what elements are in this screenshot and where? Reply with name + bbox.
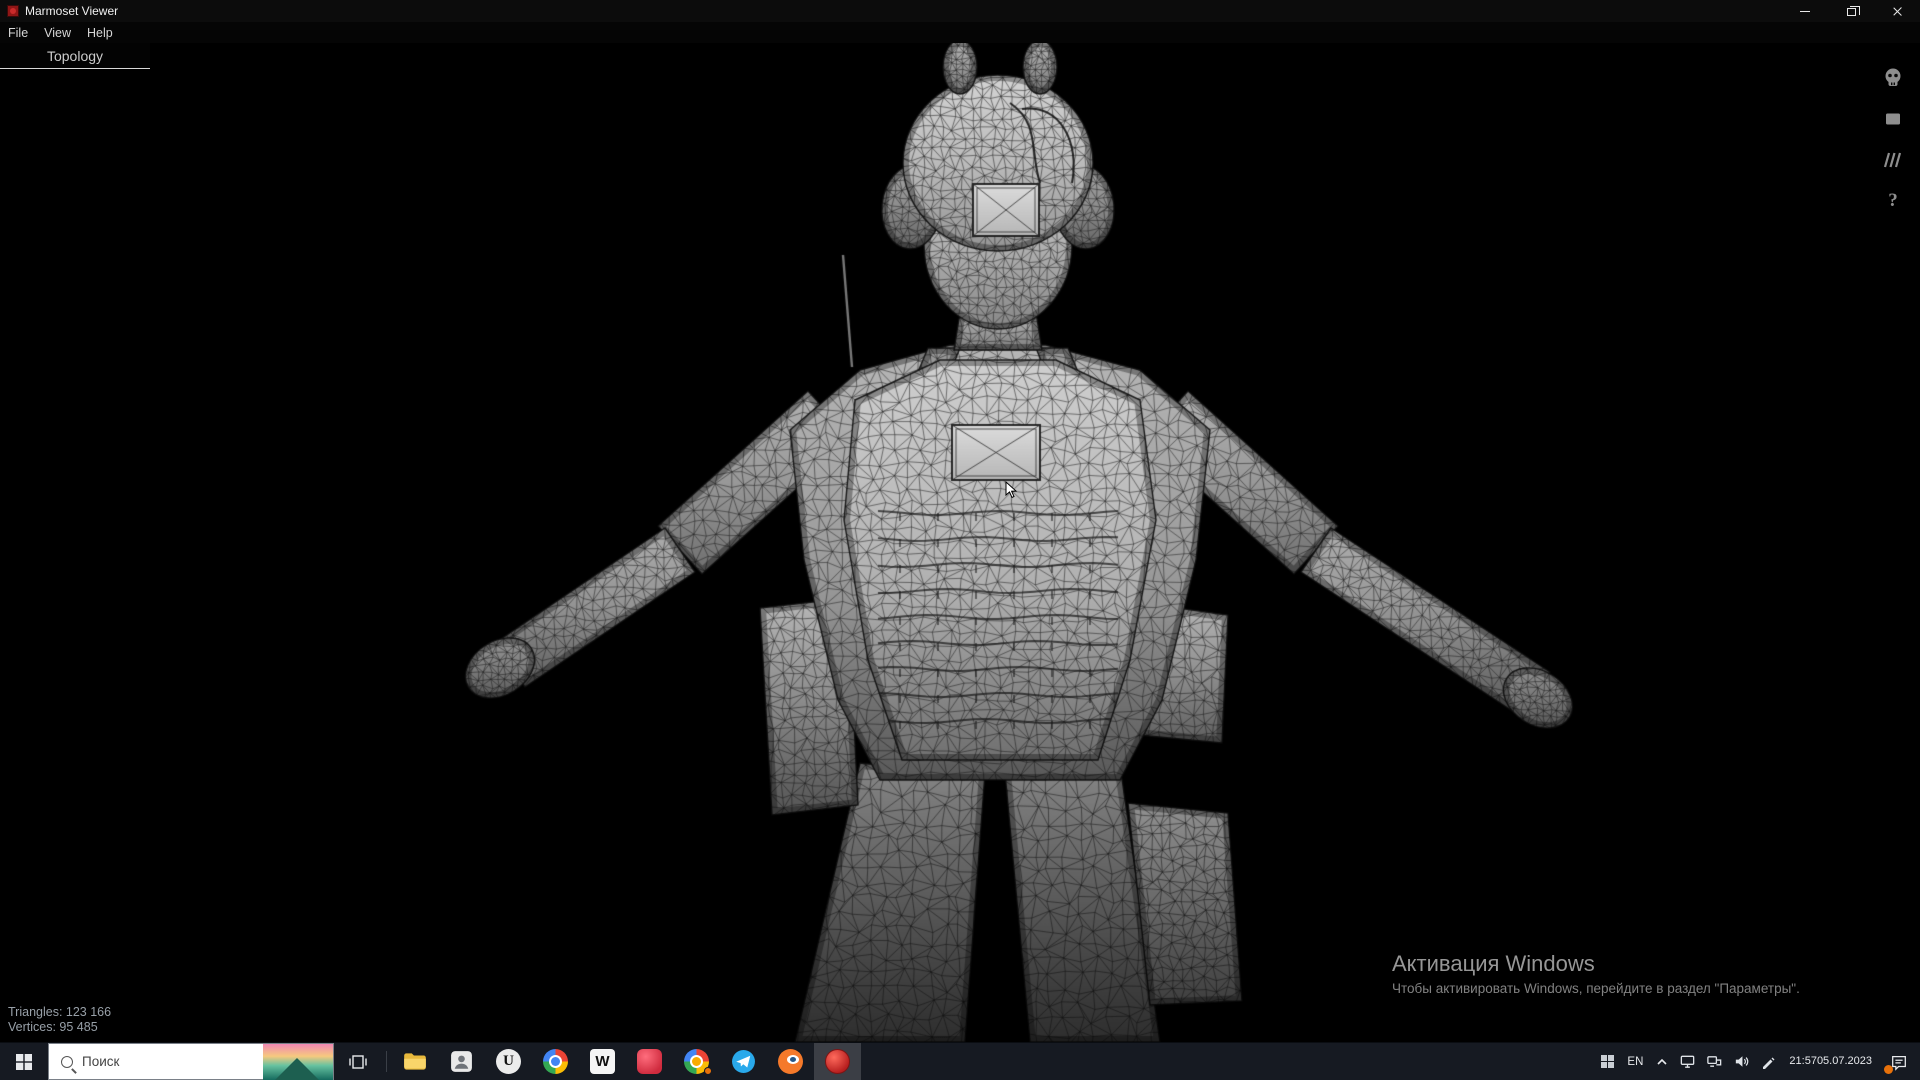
w-app-taskbar-icon[interactable]: W	[579, 1043, 626, 1080]
mesh-stats: Triangles: 123 166 Vertices: 95 485	[8, 1005, 111, 1036]
mouse-cursor-icon	[1005, 481, 1018, 499]
tab-topology-label: Topology	[46, 47, 104, 64]
close-button[interactable]	[1874, 0, 1920, 22]
taskbar: Поиск U W EN 21:57 05.07.2023	[0, 1042, 1920, 1080]
search-placeholder: Поиск	[82, 1054, 120, 1069]
display-tray-icon[interactable]	[1674, 1043, 1701, 1080]
notification-badge	[1884, 1064, 1893, 1074]
restore-icon	[1846, 6, 1860, 16]
restore-button[interactable]	[1828, 0, 1874, 22]
activation-title: Активация Windows	[1392, 951, 1595, 976]
w-app-icon: W	[590, 1049, 615, 1074]
search-icon	[61, 1055, 73, 1068]
minimize-icon	[1800, 10, 1810, 12]
chrome-taskbar-icon[interactable]	[532, 1043, 579, 1080]
material-view-icon[interactable]	[1880, 106, 1906, 132]
network-icon	[1707, 1056, 1722, 1067]
wireframe-toggle-icon[interactable]	[1880, 147, 1906, 173]
activation-subtitle: Чтобы активировать Windows, перейдите в …	[1392, 981, 1800, 996]
blender-taskbar-icon[interactable]	[767, 1043, 814, 1080]
viewport-3d[interactable]: Topology ? Triangles: 123 166 Vertices: …	[0, 43, 1920, 1042]
file-explorer-taskbar-icon[interactable]	[391, 1043, 438, 1080]
close-icon	[1892, 6, 1903, 17]
menu-file[interactable]: File	[0, 22, 36, 43]
hidden-icons-button[interactable]	[1650, 1043, 1674, 1080]
contacts-icon	[451, 1051, 472, 1072]
pen-icon	[1763, 1057, 1775, 1069]
menu-view[interactable]: View	[36, 22, 79, 43]
marmoset-viewer-icon	[825, 1049, 850, 1074]
minimize-button[interactable]	[1782, 0, 1828, 22]
red-app-taskbar-icon[interactable]	[626, 1043, 673, 1080]
windows-activation-watermark: Активация Windows Чтобы активировать Win…	[1392, 951, 1800, 996]
taskbar-clock[interactable]: 21:57 05.07.2023	[1781, 1043, 1880, 1080]
display-icon	[1681, 1055, 1695, 1068]
chrome-icon	[543, 1049, 568, 1074]
triangles-count: Triangles: 123 166	[8, 1004, 112, 1019]
app-badge-dot	[704, 1067, 712, 1075]
windows-logo-icon	[16, 1053, 32, 1070]
tray-app-icon[interactable]	[1595, 1043, 1620, 1080]
task-view-button[interactable]	[334, 1043, 382, 1080]
taskbar-left: Поиск U W	[0, 1043, 1595, 1080]
viewer-side-toolbar: ?	[1880, 65, 1906, 214]
window-titlebar[interactable]: Marmoset Viewer	[0, 0, 1920, 22]
action-center-button[interactable]	[1880, 1043, 1918, 1080]
red-app-icon	[637, 1049, 662, 1074]
window-controls	[1782, 0, 1920, 22]
menu-help[interactable]: Help	[79, 22, 121, 43]
menubar: File View Help	[0, 22, 1920, 43]
volume-tray-icon[interactable]	[1728, 1043, 1755, 1080]
unreal-icon: U	[496, 1049, 521, 1074]
system-tray: EN 21:57 05.07.2023	[1595, 1043, 1920, 1080]
chevron-up-icon	[1657, 1058, 1667, 1065]
chrome-profile-taskbar-icon[interactable]	[673, 1043, 720, 1080]
task-view-icon	[349, 1054, 367, 1069]
window-title: Marmoset Viewer	[25, 4, 119, 18]
pen-tray-icon[interactable]	[1755, 1043, 1781, 1080]
network-tray-icon[interactable]	[1701, 1043, 1728, 1080]
clock-date: 05.07.2023	[1816, 1055, 1872, 1068]
search-highlight-image[interactable]	[263, 1043, 333, 1080]
telegram-icon	[732, 1050, 755, 1073]
start-button[interactable]	[0, 1043, 48, 1080]
tray-window-icon	[1601, 1055, 1615, 1068]
telegram-taskbar-icon[interactable]	[720, 1043, 767, 1080]
unreal-engine-taskbar-icon[interactable]: U	[485, 1043, 532, 1080]
contacts-app-taskbar-icon[interactable]	[438, 1043, 485, 1080]
marmoset-viewer-window: Marmoset Viewer File View Help Topology	[0, 0, 1920, 1080]
language-indicator[interactable]: EN	[1620, 1043, 1650, 1080]
wireframe-model-canvas[interactable]	[0, 43, 1920, 1042]
clock-time: 21:57	[1789, 1055, 1817, 1068]
marmoset-viewer-taskbar-icon[interactable]	[814, 1043, 861, 1080]
taskbar-divider	[386, 1051, 387, 1072]
marmoset-app-icon	[7, 5, 19, 17]
blender-icon	[778, 1049, 803, 1074]
tab-topology[interactable]: Topology	[0, 43, 150, 69]
vertices-count: Vertices: 95 485	[8, 1020, 98, 1035]
taskbar-search[interactable]: Поиск	[48, 1043, 334, 1080]
volume-icon	[1736, 1056, 1749, 1067]
folder-icon	[403, 1052, 426, 1070]
help-icon[interactable]: ?	[1880, 188, 1906, 214]
marmoset-logo-icon[interactable]	[1880, 65, 1906, 91]
